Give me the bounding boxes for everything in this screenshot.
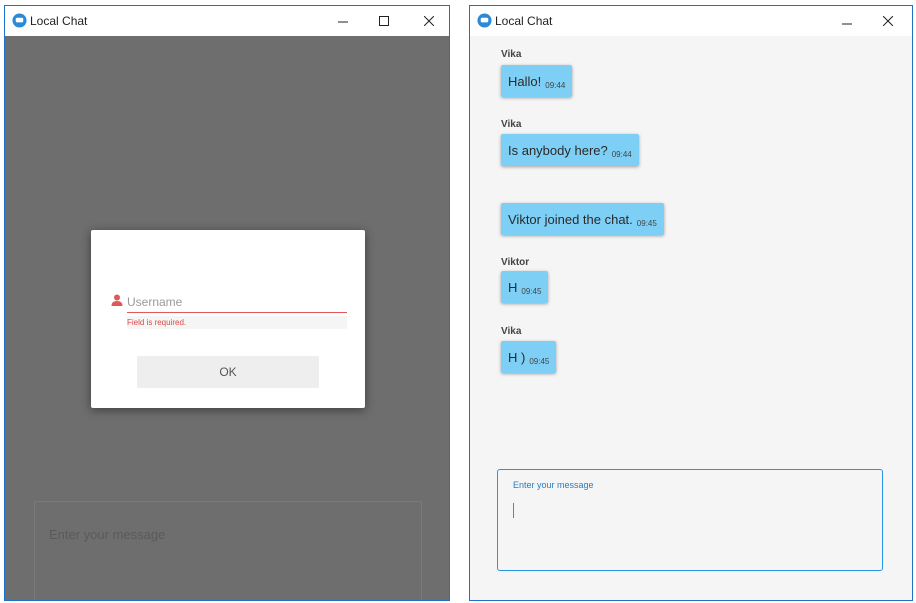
window-title: Local Chat	[30, 14, 88, 28]
message-sender: Vika	[501, 326, 522, 337]
message-bubble: Hallo! 09:44	[501, 65, 573, 97]
message-bubble: H ) 09:45	[501, 341, 557, 373]
message-sender: Viktor	[501, 257, 530, 268]
message-label: Enter your message	[513, 480, 594, 490]
maximize-button[interactable]	[373, 10, 395, 32]
message-time: 09:45	[529, 356, 550, 366]
message-bubble: Is anybody here? 09:44	[501, 134, 639, 166]
message-text: Hallo!	[508, 73, 542, 89]
window-title: Local Chat	[495, 14, 553, 28]
close-button[interactable]	[418, 10, 440, 32]
minimize-icon	[842, 23, 852, 25]
message-sender: Vika	[501, 119, 522, 130]
right-titlebar: Local Chat	[470, 6, 912, 36]
text-caret	[513, 503, 514, 518]
minimize-button[interactable]	[332, 10, 354, 32]
close-icon	[883, 16, 893, 26]
username-error: Field is required.	[127, 316, 347, 329]
message-input-disabled: Enter your message	[34, 501, 422, 600]
system-message-bubble: Viktor joined the chat. 09:45	[501, 203, 664, 235]
left-window: Local Chat Enter your message Field is r…	[4, 5, 450, 601]
minimize-icon	[338, 21, 348, 23]
close-icon	[424, 16, 434, 26]
message-time: 09:44	[545, 80, 566, 90]
close-button[interactable]	[877, 10, 899, 32]
username-dialog: Field is required. OK	[91, 230, 365, 408]
message-text: H	[508, 279, 518, 295]
user-icon	[111, 294, 123, 306]
message-time: 09:44	[611, 149, 632, 159]
message-placeholder: Enter your message	[49, 527, 166, 542]
chat-area: Vika Hallo! 09:44 Vika Is anybody here? …	[470, 36, 912, 600]
right-window: Local Chat Vika Hallo! 09:44 Vika Is any…	[469, 5, 913, 601]
username-input[interactable]	[127, 292, 347, 313]
chat-bubble-icon	[477, 13, 492, 28]
maximize-icon	[379, 16, 389, 26]
message-text: Viktor joined the chat.	[508, 211, 633, 227]
message-time: 09:45	[521, 286, 542, 296]
message-time: 09:45	[636, 218, 657, 228]
left-titlebar: Local Chat	[5, 6, 449, 36]
message-sender: Vika	[501, 49, 522, 60]
chat-bubble-icon	[12, 13, 27, 28]
message-text: Is anybody here?	[508, 142, 608, 158]
message-text: H )	[508, 349, 526, 365]
ok-button[interactable]: OK	[137, 356, 319, 388]
minimize-button[interactable]	[836, 10, 858, 32]
message-input[interactable]: Enter your message	[497, 469, 883, 571]
message-bubble: H 09:45	[501, 271, 549, 303]
